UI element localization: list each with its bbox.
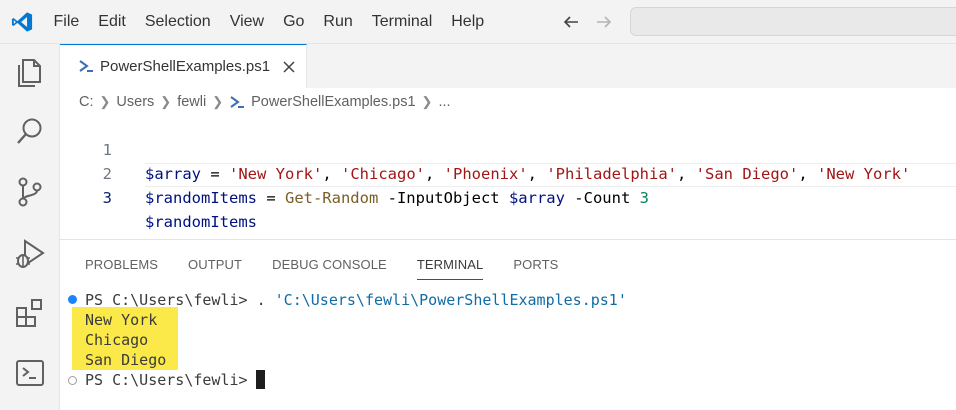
breadcrumb-user-folder[interactable]: fewli: [177, 94, 206, 110]
breadcrumb: C: ❯ Users ❯ fewli ❯ PowerShellExamples.…: [79, 90, 451, 114]
menu-help[interactable]: Help: [442, 0, 494, 44]
code-editor[interactable]: 1 $array = 'New York', 'Chicago', 'Phoen…: [60, 114, 956, 231]
breadcrumb-file[interactable]: PowerShellExamples.ps1: [251, 94, 415, 110]
bottom-panel: PROBLEMS OUTPUT DEBUG CONSOLE TERMINAL P…: [60, 239, 956, 410]
panel-tabs: PROBLEMS OUTPUT DEBUG CONSOLE TERMINAL P…: [85, 250, 588, 280]
close-icon[interactable]: [282, 60, 296, 74]
chevron-right-icon: ❯: [421, 94, 433, 109]
code-line: 2 $randomItems = Get-Random -InputObject…: [60, 138, 956, 207]
chevron-right-icon: ❯: [212, 94, 224, 109]
chevron-right-icon: ❯: [160, 94, 172, 109]
tab-problems[interactable]: PROBLEMS: [85, 250, 158, 280]
code-token: -Count: [564, 189, 640, 207]
tab-ports[interactable]: PORTS: [513, 250, 558, 280]
code-token: 3: [639, 189, 649, 207]
line-content: $randomItems: [145, 210, 257, 234]
tab-debug-console[interactable]: DEBUG CONSOLE: [272, 250, 387, 280]
command-pending-dot-icon[interactable]: [68, 376, 77, 385]
menu-bar: File Edit Selection View Go Run Terminal…: [44, 0, 494, 44]
code-token: $randomItems: [145, 213, 257, 231]
chevron-right-icon: ❯: [99, 94, 111, 109]
code-line: 1 $array = 'New York', 'Chicago', 'Phoen…: [60, 114, 956, 183]
code-token: -InputObject: [378, 189, 509, 207]
menu-selection[interactable]: Selection: [135, 0, 220, 44]
breadcrumb-more[interactable]: ...: [438, 94, 450, 110]
code-token: =: [256, 189, 285, 207]
run-debug-icon[interactable]: [13, 237, 47, 271]
breadcrumb-drive[interactable]: C:: [79, 94, 94, 110]
code-token: $array: [508, 189, 565, 207]
title-bar: File Edit Selection View Go Run Terminal…: [0, 0, 956, 44]
output-highlight: [72, 307, 178, 370]
tab-terminal[interactable]: TERMINAL: [416, 250, 484, 280]
code-token: $randomItems: [145, 189, 257, 207]
command-success-dot-icon[interactable]: [68, 295, 77, 304]
menu-file[interactable]: File: [44, 0, 89, 44]
terminal-cursor: [256, 370, 265, 389]
vscode-logo-icon: [11, 12, 33, 32]
extensions-icon[interactable]: [13, 296, 47, 330]
line-number: 3: [102, 189, 112, 207]
breadcrumb-users[interactable]: Users: [116, 94, 154, 110]
tab-powershell-examples[interactable]: PowerShellExamples.ps1: [60, 44, 307, 88]
line-content: $randomItems = Get-Random -InputObject $…: [145, 186, 649, 210]
back-arrow-icon[interactable]: [561, 12, 581, 32]
search-icon[interactable]: [13, 115, 47, 149]
menu-edit[interactable]: Edit: [89, 0, 136, 44]
powershell-file-icon: [230, 96, 245, 108]
tab-output[interactable]: OUTPUT: [188, 250, 242, 280]
editor-tabs: PowerShellExamples.ps1: [60, 44, 956, 88]
command-center-search[interactable]: [630, 7, 956, 36]
menu-go[interactable]: Go: [274, 0, 314, 44]
explorer-icon[interactable]: [13, 56, 47, 90]
activity-bar: [0, 44, 60, 410]
terminal-icon[interactable]: [13, 356, 47, 390]
code-token: Get-Random: [284, 189, 379, 207]
forward-arrow-icon[interactable]: [594, 12, 614, 32]
source-control-icon[interactable]: [13, 175, 47, 209]
powershell-file-icon: [79, 60, 93, 72]
menu-run[interactable]: Run: [314, 0, 362, 44]
code-line: 3 $randomItems: [60, 162, 956, 231]
tab-label: PowerShellExamples.ps1: [100, 58, 271, 75]
menu-terminal[interactable]: Terminal: [362, 0, 441, 44]
menu-view[interactable]: View: [220, 0, 273, 44]
